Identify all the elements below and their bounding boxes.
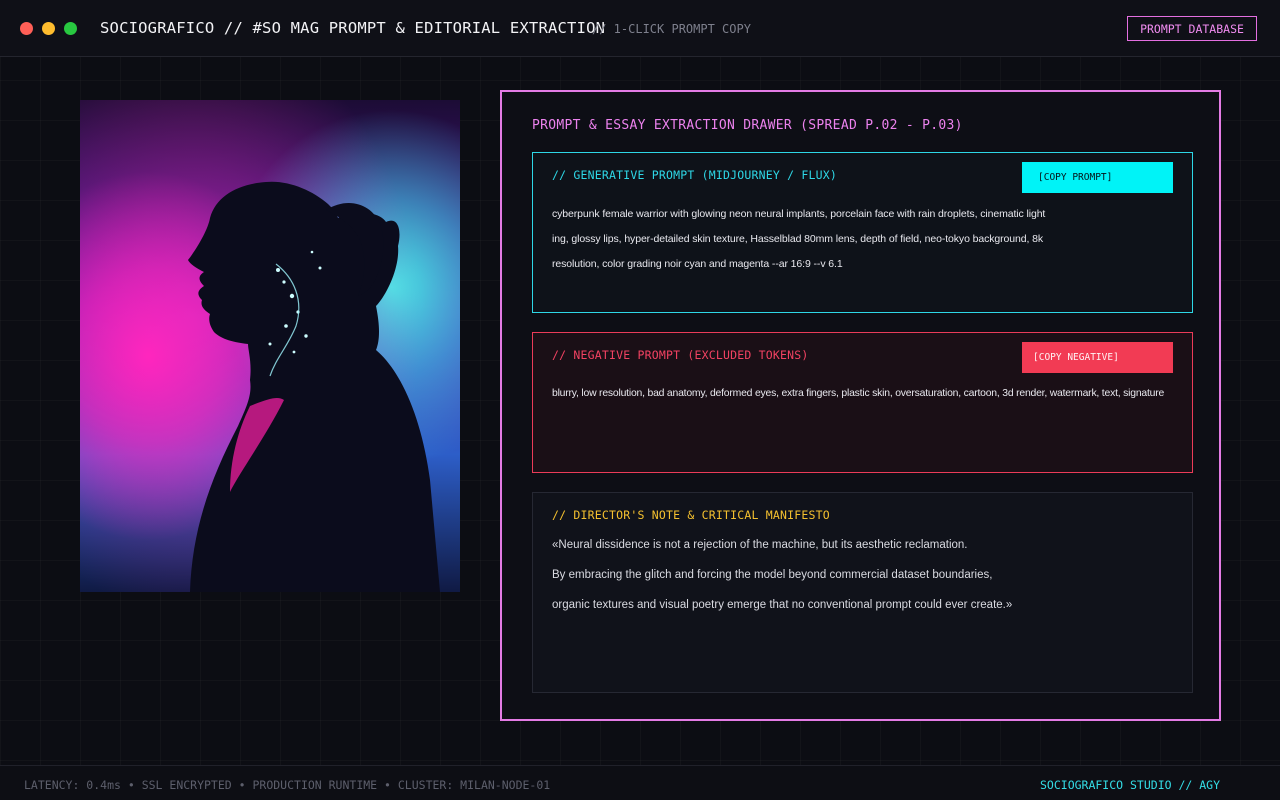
prompt-text-line: ing, glossy lips, hyper-detailed skin te… [552,233,1044,245]
studio-brand: SOCIOGRAFICO STUDIO // AGY [1040,778,1221,792]
prompt-text-line: cyberpunk female warrior with glowing ne… [552,208,1046,220]
manifesto-line: «Neural dissidence is not a rejection of… [552,539,968,551]
copy-prompt-button[interactable]: [COPY PROMPT] [1022,162,1173,193]
editorial-portrait-image [80,100,460,592]
manifesto-line: organic textures and visual poetry emerg… [552,599,1013,611]
negative-prompt-panel: // NEGATIVE PROMPT (EXCLUDED TOKENS) [CO… [532,332,1193,473]
portrait-silhouette [80,100,460,592]
prompt-database-button[interactable]: PROMPT DATABASE [1127,16,1257,41]
drawer-title: PROMPT & ESSAY EXTRACTION DRAWER (SPREAD… [532,118,963,133]
negative-prompt-text: blurry, low resolution, bad anatomy, def… [552,388,1165,399]
app-subtitle: // 1-CLICK PROMPT COPY [592,22,751,36]
negative-prompt-label: // NEGATIVE PROMPT (EXCLUDED TOKENS) [552,348,809,362]
status-footer: LATENCY: 0.4ms • SSL ENCRYPTED • PRODUCT… [0,765,1280,800]
prompt-text-line: resolution, color grading noir cyan and … [552,258,843,270]
generative-prompt-panel: // GENERATIVE PROMPT (MIDJOURNEY / FLUX)… [532,152,1193,313]
app-title: SOCIOGRAFICO // #SO MAG PROMPT & EDITORI… [100,19,606,37]
maximize-window-button[interactable] [64,22,77,35]
manifesto-line: By embracing the glitch and forcing the … [552,569,993,581]
minimize-window-button[interactable] [42,22,55,35]
generative-prompt-label: // GENERATIVE PROMPT (MIDJOURNEY / FLUX) [552,168,837,182]
title-bar: SOCIOGRAFICO // #SO MAG PROMPT & EDITORI… [0,0,1280,57]
close-window-button[interactable] [20,22,33,35]
runtime-status: LATENCY: 0.4ms • SSL ENCRYPTED • PRODUCT… [24,778,551,792]
extraction-drawer: PROMPT & ESSAY EXTRACTION DRAWER (SPREAD… [500,90,1221,721]
directors-note-panel: // DIRECTOR'S NOTE & CRITICAL MANIFESTO … [532,492,1193,693]
directors-note-label: // DIRECTOR'S NOTE & CRITICAL MANIFESTO [552,508,830,522]
copy-negative-button[interactable]: [COPY NEGATIVE] [1022,342,1173,373]
